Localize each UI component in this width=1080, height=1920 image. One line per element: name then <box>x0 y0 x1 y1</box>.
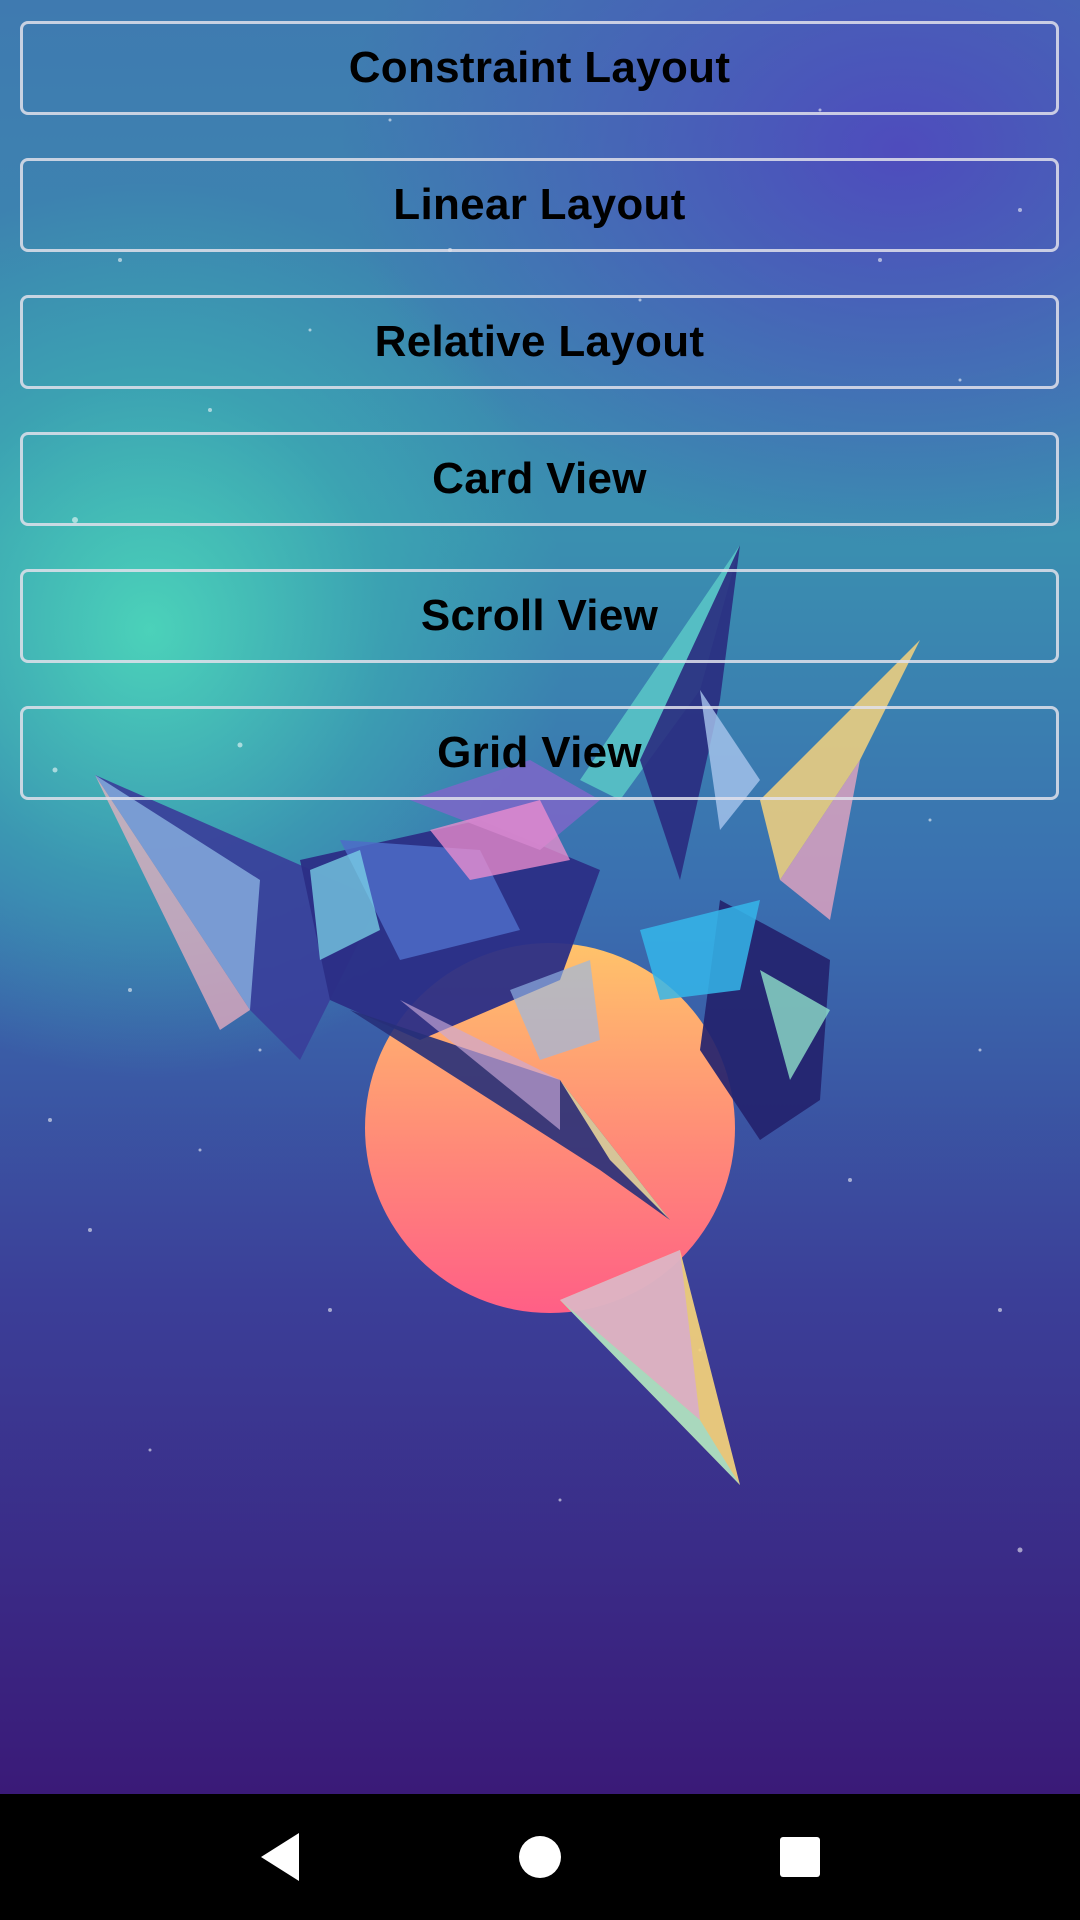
grid-view-button[interactable]: Grid View <box>20 706 1059 800</box>
system-navigation-bar <box>0 1794 1080 1920</box>
home-circle-icon <box>519 1836 561 1878</box>
recents-button[interactable] <box>760 1817 840 1897</box>
constraint-layout-button[interactable]: Constraint Layout <box>20 21 1059 115</box>
scroll-view-button[interactable]: Scroll View <box>20 569 1059 663</box>
layout-button-list: Constraint Layout Linear Layout Relative… <box>20 21 1059 843</box>
recents-square-icon <box>780 1837 820 1877</box>
home-button[interactable] <box>500 1817 580 1897</box>
linear-layout-button[interactable]: Linear Layout <box>20 158 1059 252</box>
back-triangle-icon <box>261 1833 299 1881</box>
app-screen: Constraint Layout Linear Layout Relative… <box>0 0 1080 1794</box>
back-button[interactable] <box>240 1817 320 1897</box>
relative-layout-button[interactable]: Relative Layout <box>20 295 1059 389</box>
card-view-button[interactable]: Card View <box>20 432 1059 526</box>
